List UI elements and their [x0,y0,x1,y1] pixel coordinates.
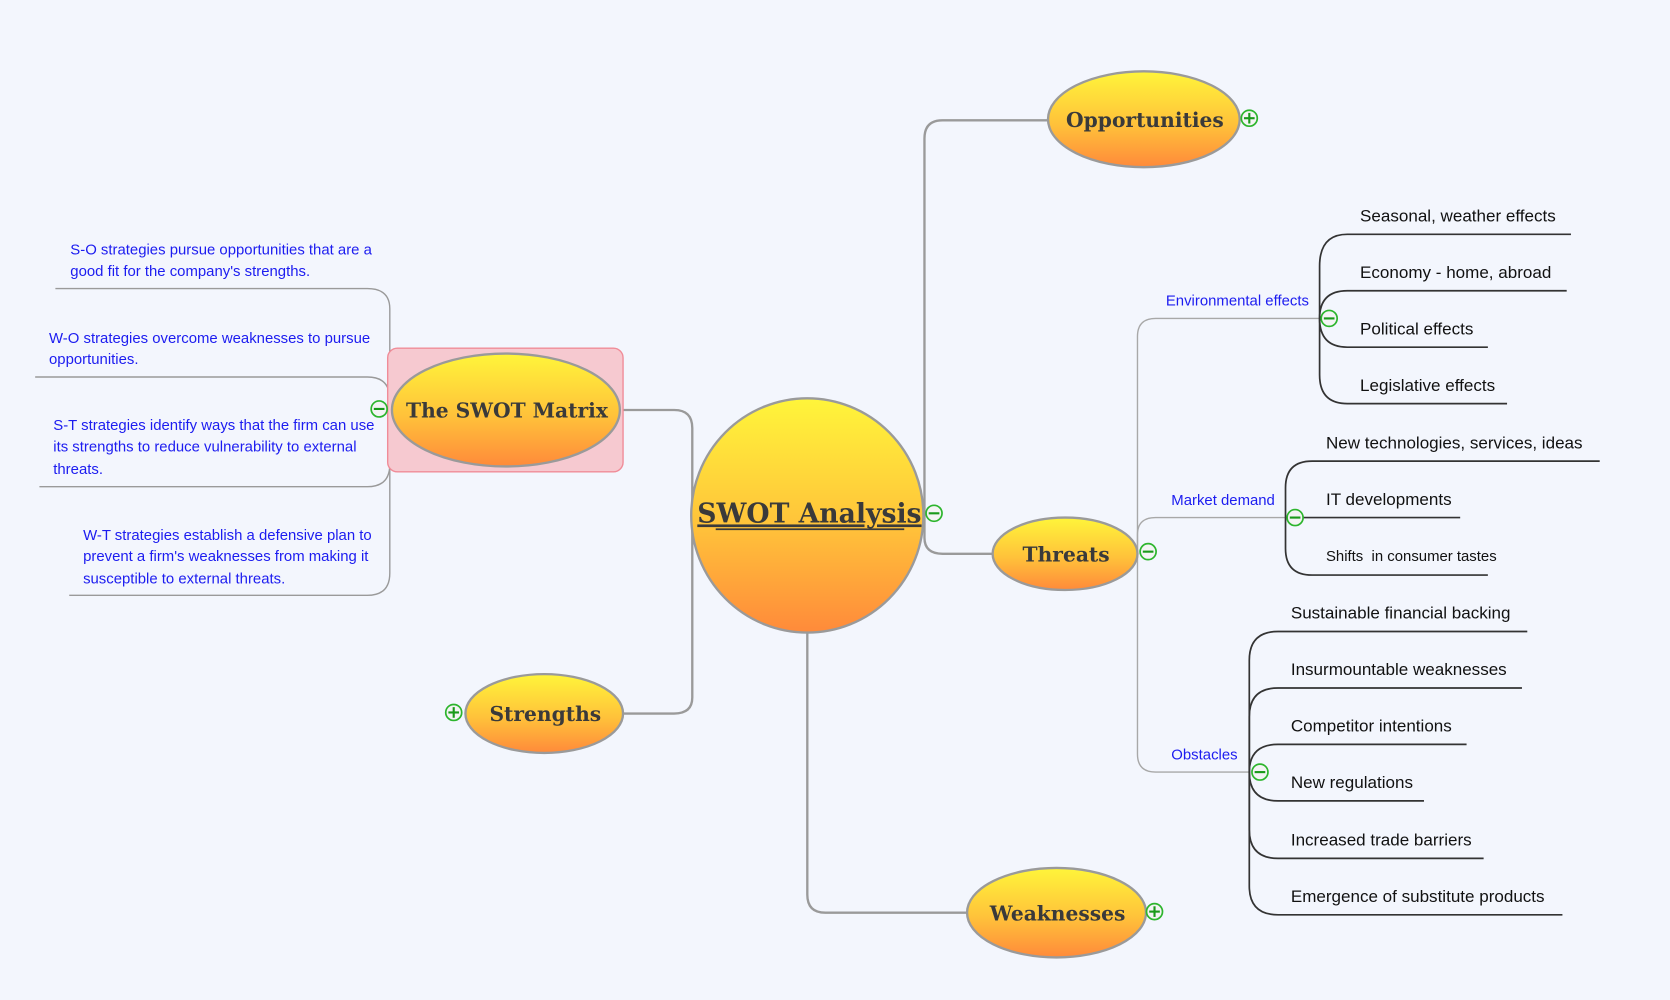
mind-map-canvas: SWOT Analysis Opportunities Threats Weak… [35,70,1600,959]
leaf-political[interactable]: Political effects [1360,319,1473,338]
note-wt-strategies[interactable]: W-T strategies establish a defensive pla… [83,528,372,588]
leaf-legislative[interactable]: Legislative effects [1360,376,1495,395]
topic-opportunities[interactable]: Opportunities [1046,70,1241,169]
svg-text:susceptible to external threat: susceptible to external threats. [83,572,285,588]
svg-text:threats.: threats. [53,462,103,478]
note-wo-strategies[interactable]: W-O strategies overcome weaknesses to pu… [49,331,370,368]
svg-text:its strengths to reduce vulner: its strengths to reduce vulnerability to… [53,440,356,456]
central-node-label: SWOT Analysis [697,498,921,529]
topic-threats-label: Threats [1023,542,1110,566]
leaf-it-developments[interactable]: IT developments [1326,490,1452,509]
topic-swot-matrix[interactable]: The SWOT Matrix [390,352,622,468]
subtopic-market-demand[interactable]: Market demand [1171,493,1275,509]
subtopic-environmental-effects[interactable]: Environmental effects [1166,294,1309,310]
svg-text:W-T strategies establish a def: W-T strategies establish a defensive pla… [83,528,372,544]
leaf-economy[interactable]: Economy - home, abroad [1360,263,1551,282]
leaf-financial-backing[interactable]: Sustainable financial backing [1291,604,1511,623]
leaf-trade-barriers[interactable]: Increased trade barriers [1291,831,1472,850]
svg-text:opportunities.: opportunities. [49,352,139,368]
topic-swot-matrix-label: The SWOT Matrix [406,399,609,423]
connector-opportunities [923,119,1050,516]
connector-market [1136,516,1287,554]
leaf-new-regulations[interactable]: New regulations [1291,773,1413,792]
collapse-obstacles-icon[interactable] [1251,763,1269,781]
svg-text:S-T strategies identify ways t: S-T strategies identify ways that the fi… [53,418,374,434]
collapse-environmental-icon[interactable] [1320,309,1339,328]
topic-strengths-label: Strengths [489,702,601,726]
connector-matrix [619,408,694,522]
expand-strengths-icon[interactable] [444,703,463,722]
svg-text:S-O strategies pursue opportun: S-O strategies pursue opportunities that… [70,243,372,259]
collapse-matrix-icon[interactable] [370,400,388,418]
connector-strengths [623,521,694,715]
expand-opportunities-icon[interactable] [1240,109,1259,128]
svg-text:good fit for the company's str: good fit for the company's strengths. [70,264,310,280]
threats-connectors [1136,317,1321,773]
collapse-central-icon[interactable] [925,504,943,523]
topic-opportunities-label: Opportunities [1066,108,1224,132]
leaf-new-technologies[interactable]: New technologies, services, ideas [1326,433,1583,452]
leaf-seasonal-weather[interactable]: Seasonal, weather effects [1360,207,1556,226]
topic-weaknesses-label: Weaknesses [989,901,1126,925]
leaf-competitor-intentions[interactable]: Competitor intentions [1291,717,1452,736]
note-so-strategies[interactable]: S-O strategies pursue opportunities that… [70,243,372,280]
svg-text:W-O strategies overcome weakne: W-O strategies overcome weaknesses to pu… [49,331,370,347]
collapse-threats-icon[interactable] [1139,542,1157,561]
leaf-insurmountable-weaknesses[interactable]: Insurmountable weaknesses [1291,660,1507,679]
expand-weaknesses-icon[interactable] [1145,902,1164,921]
connector-obstacles [1136,553,1251,773]
collapse-market-icon[interactable] [1286,508,1304,527]
leaf-substitute-products[interactable]: Emergence of substitute products [1291,887,1545,906]
topic-threats[interactable]: Threats [991,516,1139,592]
subtopic-obstacles[interactable]: Obstacles [1171,747,1237,763]
topic-strengths[interactable]: Strengths [464,672,625,755]
svg-text:prevent a firm's weaknesses fr: prevent a firm's weaknesses from making … [83,549,369,565]
topic-weaknesses[interactable]: Weaknesses [965,866,1148,959]
leaf-consumer-tastes[interactable]: Shifts in consumer tastes [1326,549,1497,565]
central-node[interactable]: SWOT Analysis [690,397,925,634]
note-st-strategies[interactable]: S-T strategies identify ways that the fi… [53,418,374,478]
